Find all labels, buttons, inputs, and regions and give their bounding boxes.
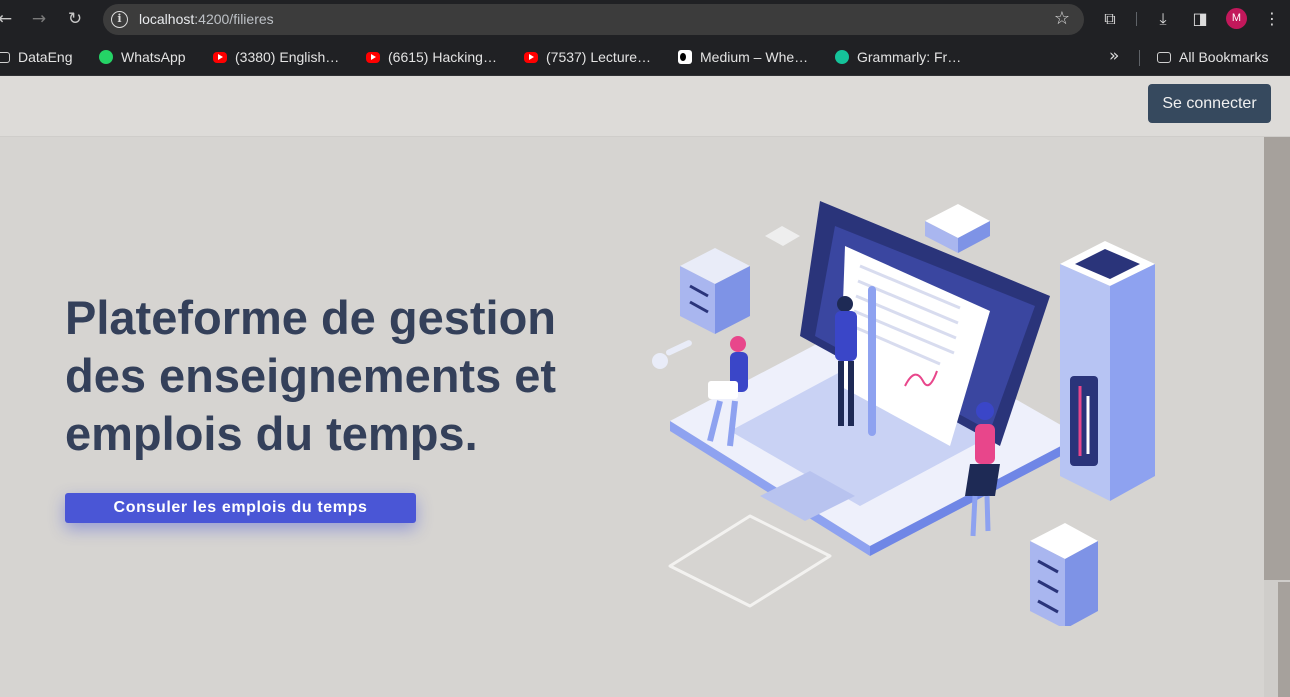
toolbar-divider	[1136, 12, 1137, 26]
bookmark-star-icon[interactable]: ☆	[1054, 8, 1070, 29]
hero-title-line: des enseignements et	[65, 349, 557, 402]
extensions-icon[interactable]: ⧉	[1099, 8, 1121, 30]
youtube-icon	[213, 51, 227, 63]
bookmarks-bar: DataEng WhatsApp (3380) English… (6615) …	[0, 38, 1290, 76]
bookmarks-divider	[1139, 50, 1140, 66]
address-bar[interactable]: i localhost:4200/filieres ☆	[103, 4, 1084, 35]
more-bookmarks-icon[interactable]: »	[1109, 46, 1119, 66]
url-text[interactable]: localhost:4200/filieres	[139, 11, 274, 27]
scrollbar-lower	[1278, 582, 1290, 697]
forward-icon[interactable]: →	[28, 8, 50, 30]
scrollbar-thumb[interactable]	[1264, 137, 1290, 580]
hero-title-line: emplois du temps.	[65, 407, 478, 460]
grammarly-icon	[835, 50, 849, 64]
folder-icon	[1157, 51, 1171, 63]
bookmark-youtube-lecture[interactable]: (7537) Lecture…	[524, 47, 651, 67]
bookmark-youtube-english[interactable]: (3380) English…	[213, 47, 339, 67]
hero-illustration	[652, 201, 1155, 626]
bookmark-medium[interactable]: Medium – Whe…	[678, 47, 808, 67]
whatsapp-icon	[99, 50, 113, 64]
site-info-icon[interactable]: i	[111, 11, 128, 28]
bookmark-grammarly[interactable]: Grammarly: Fr…	[835, 47, 961, 67]
back-icon[interactable]: ←	[0, 8, 16, 30]
hero-title-line: Plateforme de gestion	[65, 291, 556, 344]
bookmark-dataeng[interactable]: DataEng	[0, 47, 72, 67]
youtube-icon	[524, 51, 538, 63]
bookmark-whatsapp[interactable]: WhatsApp	[99, 47, 186, 67]
side-panel-icon[interactable]: ◨	[1189, 8, 1211, 30]
browser-toolbar: ← → ↻ i localhost:4200/filieres ☆ ⧉ ⤓ ◨ …	[0, 0, 1290, 38]
youtube-icon	[366, 51, 380, 63]
view-timetables-button[interactable]: Consuler les emplois du temps	[65, 493, 416, 523]
all-bookmarks[interactable]: All Bookmarks	[1157, 47, 1268, 67]
reload-icon[interactable]: ↻	[64, 8, 86, 30]
menu-kebab-icon[interactable]: ⋮	[1261, 8, 1283, 30]
app-navbar: Se connecter	[0, 76, 1290, 137]
bookmark-youtube-hacking[interactable]: (6615) Hacking…	[366, 47, 497, 67]
profile-avatar[interactable]: M	[1226, 8, 1247, 29]
medium-icon	[678, 50, 692, 64]
page-viewport: Se connecter Plateforme de gestion des e…	[0, 76, 1290, 697]
hero-title: Plateforme de gestion des enseignements …	[65, 289, 605, 463]
login-button[interactable]: Se connecter	[1148, 84, 1271, 123]
download-icon[interactable]: ⤓	[1152, 8, 1174, 30]
folder-icon	[0, 51, 10, 63]
